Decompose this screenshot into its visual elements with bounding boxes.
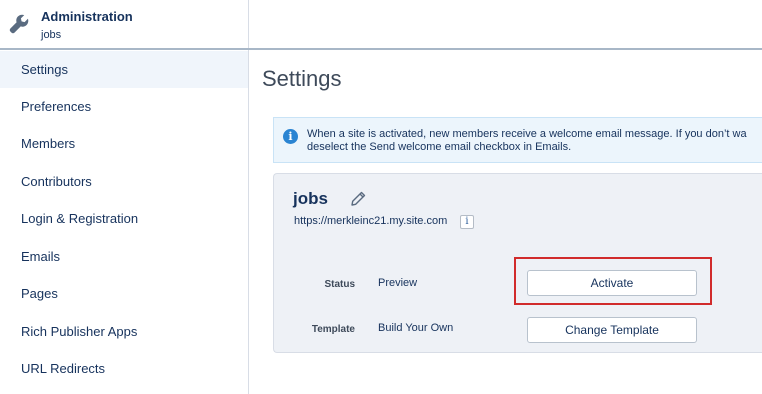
admin-header: Administration jobs xyxy=(0,0,249,49)
status-label: Status xyxy=(324,279,355,290)
sidebar-item-contributors[interactable]: Contributors xyxy=(0,163,248,200)
info-icon: i xyxy=(283,129,298,144)
sidebar-item-url-redirects[interactable]: URL Redirects xyxy=(0,350,248,387)
activate-highlight-box xyxy=(514,257,712,305)
page-title: Settings xyxy=(262,66,342,91)
template-label: Template xyxy=(311,324,355,335)
header-bar xyxy=(249,0,762,49)
admin-subtitle: jobs xyxy=(41,29,62,41)
template-value: Build Your Own xyxy=(378,322,454,334)
status-value: Preview xyxy=(378,277,418,289)
pencil-icon[interactable] xyxy=(350,191,366,207)
change-template-button[interactable]: Change Template xyxy=(527,317,697,343)
info-message: i When a site is activated, new members … xyxy=(273,117,762,163)
sidebar-item-rich-publisher-apps[interactable]: Rich Publisher Apps xyxy=(0,313,248,350)
sidebar-item-settings[interactable]: Settings xyxy=(0,51,248,88)
info-text: When a site is activated, new members re… xyxy=(307,128,747,154)
info-text-line1: When a site is activated, new members re… xyxy=(307,128,747,140)
admin-title: Administration xyxy=(41,9,133,24)
info-text-line2: deselect the Send welcome email checkbox… xyxy=(307,141,572,153)
sidebar-item-login-registration[interactable]: Login & Registration xyxy=(0,200,248,237)
sidebar-item-preferences[interactable]: Preferences xyxy=(0,88,248,125)
wrench-icon xyxy=(9,14,29,34)
site-url: https://merkleinc21.my.site.com xyxy=(294,215,448,227)
sidebar-item-members[interactable]: Members xyxy=(0,125,248,162)
sidebar: Settings Preferences Members Contributor… xyxy=(0,50,249,394)
site-name: jobs xyxy=(293,189,328,208)
sidebar-item-emails[interactable]: Emails xyxy=(0,238,248,275)
sidebar-item-pages[interactable]: Pages xyxy=(0,275,248,312)
url-info-icon[interactable]: i xyxy=(460,215,474,229)
